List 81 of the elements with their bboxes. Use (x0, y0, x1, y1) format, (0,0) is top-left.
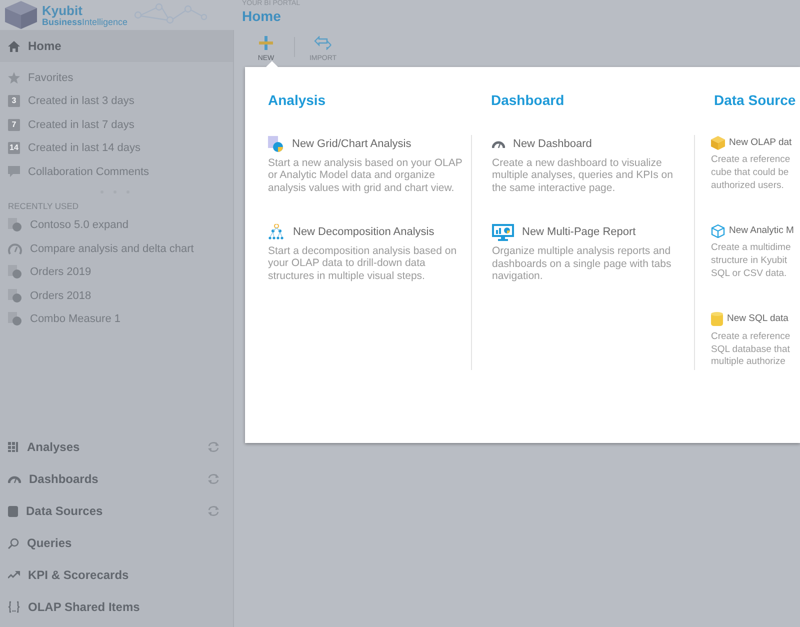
item-label: Compare analysis and delta chart (30, 242, 194, 256)
page-title: Home (242, 8, 282, 24)
item-description: Create a new dashboard to visualize multiple analyses, queries and KPIs on the same interactive page. (492, 156, 674, 195)
section-label: Analyses (27, 439, 81, 456)
create-item-link[interactable]: New Multi-Page Report (522, 224, 636, 241)
report-chart-icon (8, 312, 22, 326)
item-description: Create a reference SQL database that multiple authorize (711, 331, 792, 370)
gauge-icon (8, 475, 21, 483)
grid-icon (8, 442, 19, 452)
cube-icon (711, 224, 725, 238)
create-item-link[interactable]: New Decomposition Analysis (293, 224, 434, 240)
home-icon (8, 40, 20, 52)
count-badge-icon: 7 (8, 118, 20, 131)
cube-logo-icon (4, 1, 38, 29)
home-nav-item[interactable]: Home (0, 30, 233, 62)
sidebar-section[interactable]: Analyses (0, 431, 233, 463)
gauge-icon (492, 140, 505, 148)
cube-icon (711, 136, 725, 150)
sidebar-item[interactable]: Collaboration Comments (0, 160, 233, 184)
sidebar-section[interactable]: Dashboards (0, 463, 233, 495)
sidebar-item[interactable]: 3 Created in last 3 days (0, 90, 233, 113)
report-chart-icon (8, 288, 22, 303)
sidebar-item[interactable]: 7 Created in last 7 days (0, 113, 233, 136)
logo-title: Kyubit (42, 4, 84, 16)
home-label: Home (28, 38, 62, 55)
section-label: OLAP Shared Items (28, 599, 141, 616)
section-label: Queries (27, 535, 73, 552)
count-badge-icon: 14 (8, 142, 20, 154)
create-item-link[interactable]: New Analytic M (729, 224, 794, 238)
item-description: Create a multidime structure in Kyubit SQL or CSV data. (711, 242, 792, 280)
trend-icon (8, 571, 20, 579)
sidebar-section[interactable]: KPI & Scorecards (0, 559, 233, 591)
item-description: Start a decomposition analysis based on your OLAP data to drill-down data structures in multiple visual steps. (268, 244, 458, 283)
sidebar-section[interactable]: Data Sources (0, 495, 233, 527)
item-description: Organize multiple analysis reports and dashboards on a single page with tabs navigation. (492, 245, 672, 284)
report-chart-icon (268, 136, 284, 152)
sidebar-item[interactable]: 14 Created in last 14 days (0, 136, 233, 160)
star-icon (8, 72, 20, 84)
create-item-link[interactable]: New SQL data (727, 312, 788, 327)
item-description: Start a new analysis based on your OLAP or Analytic Model data and organize analysis values with grid and chart view. (268, 156, 464, 195)
sidebar-section[interactable]: Queries (0, 527, 233, 559)
comment-icon (8, 166, 20, 178)
item-label: Created in last 7 days (28, 118, 134, 132)
sidebar-section[interactable]: OLAP Shared Items (0, 591, 233, 623)
recent-item[interactable]: Orders 2019 (0, 260, 233, 284)
report-chart-icon (8, 265, 22, 280)
recent-item[interactable]: Compare analysis and delta chart (0, 237, 233, 260)
create-item-link[interactable]: New Dashboard (513, 136, 592, 152)
item-description: Create a reference cube that could be authorized users. (711, 154, 792, 192)
report-chart-icon (8, 218, 22, 232)
column-heading: Data Source (713, 91, 797, 110)
item-label: Favorites (28, 70, 74, 86)
item-label: Orders 2018 (30, 288, 92, 304)
plus-icon (259, 36, 273, 50)
hierarchy-icon (268, 224, 285, 240)
item-label: Collaboration Comments (28, 164, 150, 180)
recent-item[interactable]: Contoso 5.0 expand (0, 214, 233, 237)
database-icon (8, 505, 18, 517)
recent-item[interactable]: Orders 2018 (0, 284, 233, 308)
column-heading: Analysis (267, 91, 327, 110)
create-item-link[interactable]: New Grid/Chart Analysis (292, 136, 412, 152)
section-label: KPI & Scorecards (28, 567, 130, 584)
column-heading: Dashboard (490, 91, 566, 110)
search-icon (8, 538, 19, 548)
recent-item[interactable]: Combo Measure 1 (0, 308, 233, 331)
section-label: Dashboards (29, 471, 100, 488)
create-item-link[interactable]: New OLAP dat (729, 136, 792, 150)
braces-icon (8, 601, 20, 613)
cylinder-icon (711, 312, 723, 327)
item-label: Created in last 3 days (28, 94, 134, 109)
monitor-chart-icon (492, 224, 514, 241)
arrows-icon (314, 36, 332, 50)
logo-subtitle: BusinessIntelligence (42, 16, 128, 26)
item-label: Created in last 14 days (28, 141, 141, 156)
sidebar-item[interactable]: Favorites (0, 66, 233, 90)
gauge-icon (8, 242, 22, 256)
item-label: Contoso 5.0 expand (30, 218, 128, 233)
item-label: Combo Measure 1 (30, 312, 120, 327)
section-label: Data Sources (26, 503, 104, 520)
item-label: Orders 2019 (30, 265, 92, 280)
count-badge-icon: 3 (8, 95, 20, 108)
